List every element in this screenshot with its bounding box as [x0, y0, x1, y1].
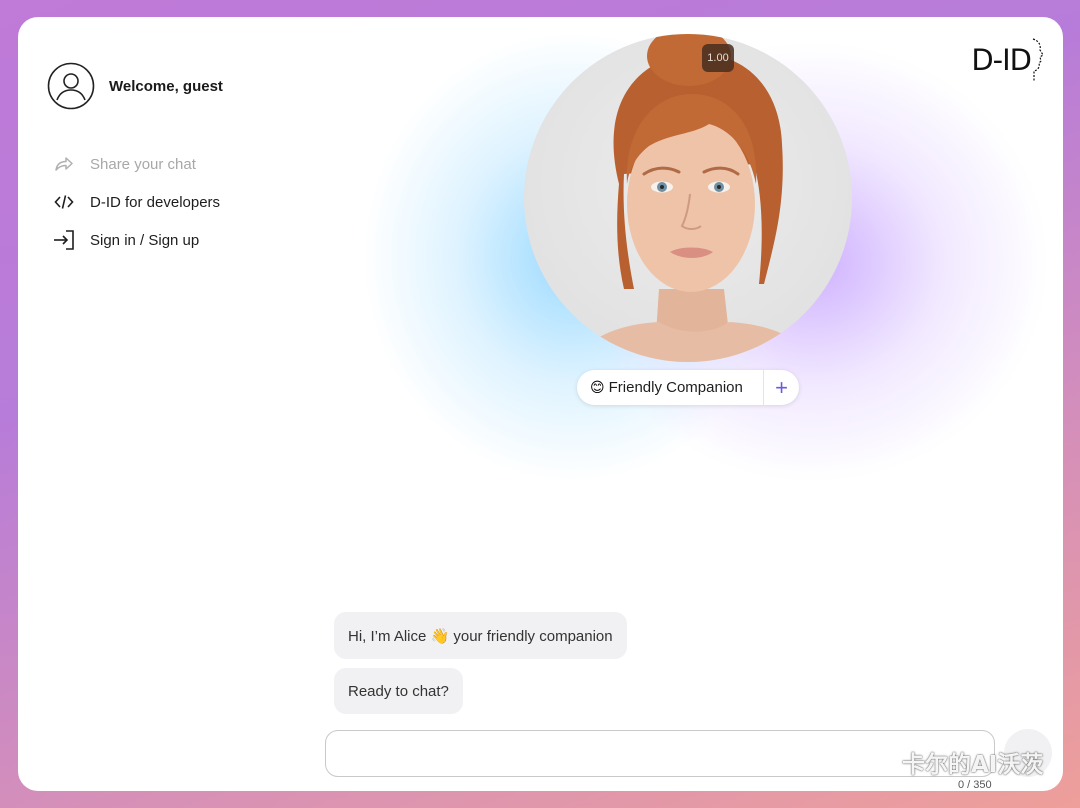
watermark-text: 卡尔的AI沃茨	[902, 752, 1044, 778]
sign-in-label: Sign in / Sign up	[90, 231, 200, 249]
persona-selector: 😊 Friendly Companion +	[577, 370, 799, 405]
persona-label: Friendly Companion	[608, 379, 743, 396]
chat-message-text: Ready to chat?	[348, 682, 449, 700]
speed-badge[interactable]: 1.00	[702, 44, 734, 72]
developers-menu-item[interactable]: D-ID for developers	[51, 183, 220, 221]
code-icon	[51, 189, 77, 215]
smile-emoji-icon: 😊	[590, 379, 605, 395]
avatar-portrait	[524, 34, 852, 362]
sidebar-menu: Share your chat D-ID for developers Sign…	[51, 145, 220, 259]
user-avatar-icon	[47, 62, 95, 110]
character-counter: 0 / 350	[958, 779, 992, 791]
app-window: Welcome, guest Share your chat D-ID for …	[18, 17, 1063, 791]
chat-message-bubble: Hi, I’m Alice 👋 your friendly companion	[334, 612, 627, 659]
chat-message-text: Hi, I’m Alice 👋 your friendly companion	[348, 627, 613, 645]
share-icon	[51, 151, 77, 177]
wechat-icon	[857, 748, 894, 776]
developers-label: D-ID for developers	[90, 193, 221, 211]
add-persona-button[interactable]: +	[763, 370, 799, 405]
chat-message-bubble: Ready to chat?	[334, 668, 463, 714]
logo-profile-icon	[1032, 38, 1044, 81]
sign-in-menu-item[interactable]: Sign in / Sign up	[51, 221, 220, 259]
share-chat-menu-item[interactable]: Share your chat	[51, 145, 220, 183]
plus-icon: +	[775, 374, 788, 400]
user-profile: Welcome, guest	[47, 62, 223, 110]
portrait-illustration	[571, 34, 817, 362]
welcome-text: Welcome, guest	[109, 77, 223, 95]
persona-button[interactable]: 😊 Friendly Companion	[577, 370, 763, 405]
watermark: 卡尔的AI沃茨	[856, 745, 1043, 779]
sign-in-icon	[51, 227, 77, 253]
share-chat-label: Share your chat	[90, 155, 196, 173]
d-id-logo[interactable]: D-ID	[971, 37, 1045, 83]
logo-text: D-ID	[971, 43, 1032, 77]
